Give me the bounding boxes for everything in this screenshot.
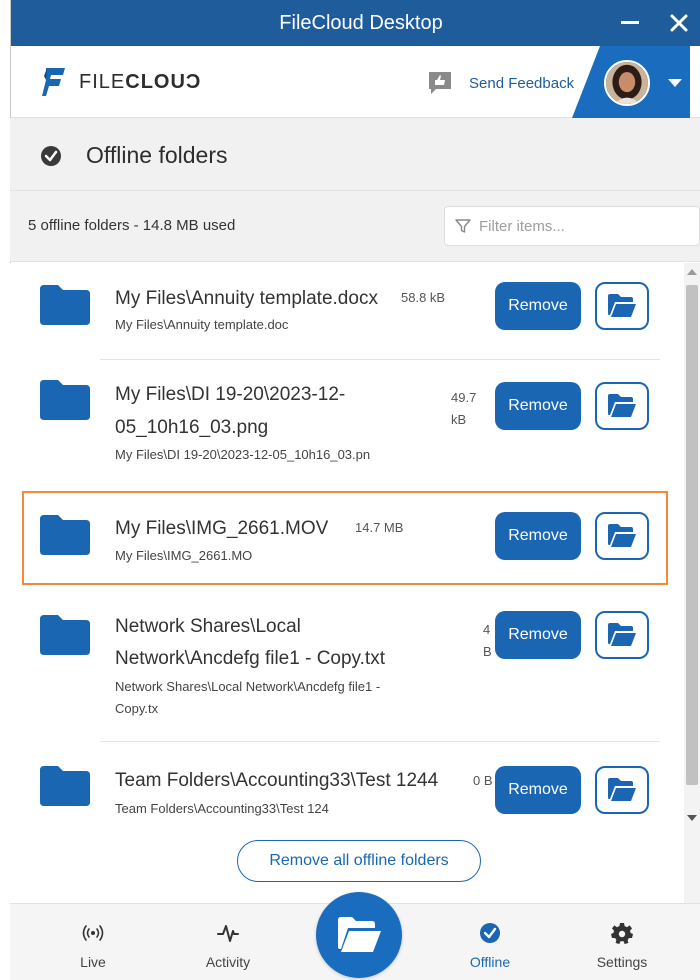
pulse-icon — [217, 925, 239, 942]
item-name: 05_10h16_03.png — [115, 417, 269, 438]
nav-activity[interactable]: Activity — [183, 922, 273, 970]
scroll-thumb[interactable] — [686, 285, 698, 785]
offline-section-header: Offline folders 5 offline folders - 14.8… — [10, 118, 700, 262]
item-name: Network\Ancdefg file1 - Copy.txt — [115, 648, 385, 669]
item-size: 58.8 kB — [401, 290, 446, 305]
open-folder-button[interactable] — [595, 282, 649, 330]
divider — [100, 741, 660, 742]
open-folder-button[interactable] — [595, 766, 649, 814]
check-circle-icon — [480, 923, 500, 943]
item-name: My Files\IMG_2661.MOV — [115, 518, 329, 539]
scroll-down-arrow[interactable] — [687, 815, 697, 821]
nav-offline-label: Offline — [469, 954, 511, 970]
folder-icon — [40, 515, 90, 555]
nav-live[interactable]: Live — [48, 922, 138, 970]
folder-open-icon — [608, 394, 636, 417]
content-layer: Offline folders 5 offline folders - 14.8… — [10, 0, 700, 980]
check-circle-icon — [41, 145, 61, 166]
item-size: 4 — [483, 622, 491, 637]
open-folder-button[interactable] — [595, 382, 649, 430]
item-name: Team Folders\Accounting33\Test 1244 — [115, 770, 439, 791]
item-size: kB — [451, 412, 467, 427]
nav-settings[interactable]: Settings — [577, 922, 667, 970]
folder-open-icon — [608, 524, 636, 547]
offline-file-list: My Files\Annuity template.docx 58.8 kB M… — [10, 263, 684, 903]
remove-button[interactable]: Remove — [495, 512, 581, 560]
folder-open-icon — [608, 778, 636, 801]
item-name: My Files\DI 19-20\2023-12- — [115, 384, 346, 405]
scroll-up-arrow[interactable] — [687, 269, 697, 275]
item-size: B — [483, 644, 492, 659]
remove-all-button[interactable]: Remove all offline folders — [237, 840, 481, 882]
folder-icon — [40, 380, 90, 420]
nav-settings-label: Settings — [596, 954, 648, 970]
item-path: My Files\IMG_2661.MO — [115, 548, 253, 563]
folder-icon — [40, 285, 90, 325]
folder-open-icon — [608, 294, 636, 317]
nav-live-label: Live — [80, 954, 106, 970]
broadcast-icon — [82, 925, 104, 941]
list-scrollbar[interactable] — [684, 263, 700, 903]
divider — [100, 359, 660, 360]
remove-button[interactable]: Remove — [495, 611, 581, 659]
remove-button[interactable]: Remove — [495, 382, 581, 430]
nav-offline[interactable]: Offline — [445, 922, 535, 970]
item-path: Team Folders\Accounting33\Test 124 — [115, 801, 329, 816]
remove-button[interactable]: Remove — [495, 282, 581, 330]
filter-box[interactable] — [444, 206, 700, 246]
item-size: 14.7 MB — [355, 520, 404, 535]
folder-icon — [40, 766, 90, 806]
open-folder-fab[interactable] — [316, 892, 402, 978]
page-title-text: Offline folders — [86, 142, 228, 168]
filter-icon — [455, 219, 471, 233]
item-size: 49.7 — [451, 390, 477, 405]
item-name: Network Shares\Local — [115, 616, 301, 637]
gear-icon — [611, 923, 633, 944]
storage-summary: 5 offline folders - 14.8 MB used — [28, 217, 236, 234]
open-folder-button[interactable] — [595, 512, 649, 560]
item-path: Copy.tx — [115, 701, 159, 716]
open-folder-button[interactable] — [595, 611, 649, 659]
folder-open-icon — [338, 917, 381, 952]
folder-icon — [40, 615, 90, 655]
remove-button[interactable]: Remove — [495, 766, 581, 814]
item-path: Network Shares\Local Network\Ancdefg fil… — [115, 679, 381, 694]
nav-activity-label: Activity — [205, 954, 251, 970]
folder-open-icon — [608, 623, 636, 646]
page-title: Offline folders — [40, 142, 227, 169]
divider — [10, 190, 700, 191]
item-size: 0 B — [473, 773, 493, 788]
item-name: My Files\Annuity template.docx — [115, 288, 378, 309]
item-path: My Files\DI 19-20\2023-12-05_10h16_03.pn — [115, 447, 371, 462]
item-path: My Files\Annuity template.doc — [115, 317, 289, 332]
filter-input[interactable] — [479, 217, 679, 235]
